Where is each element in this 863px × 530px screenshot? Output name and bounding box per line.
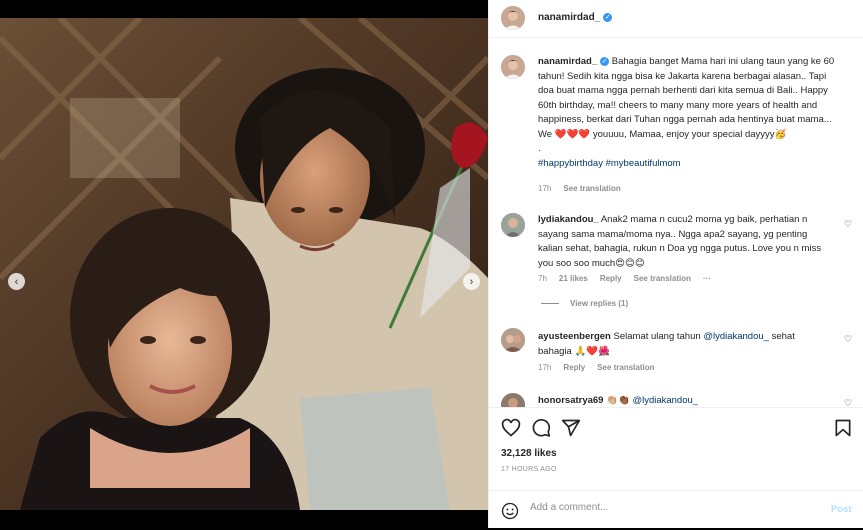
comment-text: lydiakandou_ Anak2 mama n cucu2 moma yg … (538, 213, 833, 271)
caption-meta: 17h See translation (538, 184, 621, 193)
carousel-prev-button[interactable]: ‹ (8, 273, 25, 290)
username-text[interactable]: nanamirdad_ (538, 12, 600, 23)
avatar[interactable] (501, 393, 525, 407)
comment-body: 👏🏼👏🏾 (606, 395, 630, 406)
heart-icon[interactable]: ♡ (844, 398, 852, 407)
comment-input[interactable] (530, 502, 810, 513)
post-button[interactable]: Post (831, 504, 852, 515)
comment-body: Selamat ulang tahun (613, 331, 701, 342)
post-photo[interactable]: ‹ › (0, 18, 488, 510)
instagram-post-modal: ‹ › nanamirdad_ ✓ nanamirdad_ ✓ Bahagia … (0, 0, 863, 528)
avatar[interactable] (501, 328, 525, 352)
comment-time[interactable]: 7h (538, 274, 547, 283)
mention-link[interactable]: @lydiakandou_ (632, 395, 698, 406)
caption-username[interactable]: nanamirdad_ (538, 56, 597, 67)
mention-link[interactable]: @lydiakandou_ (703, 331, 769, 342)
add-comment-bar: Post (489, 490, 863, 530)
photo-illustration (0, 18, 488, 510)
likes-count[interactable]: 32,128 likes (501, 448, 557, 459)
verified-icon: ✓ (600, 56, 610, 66)
view-replies-button[interactable]: View replies (1) (541, 299, 628, 308)
verified-icon: ✓ (603, 12, 613, 22)
see-translation-link[interactable]: See translation (597, 363, 654, 372)
comment-text: ayusteenbergen Selamat ulang tahun @lydi… (538, 330, 828, 359)
post-actions: 32,128 likes 17 HOURS AGO Post (489, 407, 863, 529)
divider-line (541, 303, 559, 305)
emoji-icon[interactable] (501, 502, 519, 520)
hashtags-link[interactable]: #happybirthday #mybeautifulmom (538, 158, 681, 169)
comment-username[interactable]: ayusteenbergen (538, 331, 611, 342)
share-icon[interactable] (561, 418, 581, 438)
reply-button[interactable]: Reply (600, 274, 622, 283)
caption-dot: . (538, 143, 541, 154)
comment-time[interactable]: 17h (538, 363, 551, 372)
post-timestamp[interactable]: 17 HOURS AGO (501, 466, 557, 473)
caption-body: Bahagia banget Mama hari ini ulang taun … (538, 56, 835, 140)
chevron-left-icon: ‹ (14, 275, 19, 288)
comments-list[interactable]: nanamirdad_ ✓ Bahagia banget Mama hari in… (489, 37, 863, 407)
avatar[interactable] (501, 55, 525, 79)
comment-text: honorsatrya69 👏🏼👏🏾 @lydiakandou_ (538, 394, 838, 407)
comment-likes[interactable]: 21 likes (559, 274, 588, 283)
post-details-panel: nanamirdad_ ✓ nanamirdad_ ✓ Bahagia banget… (488, 0, 863, 528)
comment-icon[interactable] (531, 418, 551, 438)
see-translation-link[interactable]: See translation (634, 274, 691, 283)
avatar[interactable] (501, 6, 525, 30)
bookmark-icon[interactable] (833, 418, 853, 438)
comment-meta: 7h 21 likes Reply See translation ··· (538, 274, 711, 283)
heart-emojis: ❤️❤️❤️ (554, 128, 591, 140)
chevron-right-icon: › (469, 275, 474, 288)
post-header: nanamirdad_ ✓ (489, 0, 863, 38)
reply-button[interactable]: Reply (563, 363, 585, 372)
more-options-button[interactable]: ··· (703, 274, 711, 283)
view-replies-label: View replies (1) (570, 299, 629, 308)
comment-username[interactable]: lydiakandou_ (538, 214, 599, 225)
heart-icon[interactable]: ♡ (844, 334, 852, 345)
comment-username[interactable]: honorsatrya69 (538, 395, 603, 406)
caption-body-end: youuuu, Mamaa, enjoy your special dayyyy… (592, 128, 787, 140)
comment-meta: 17h Reply See translation (538, 363, 667, 372)
heart-icon[interactable]: ♡ (844, 219, 852, 230)
caption-time[interactable]: 17h (538, 184, 551, 193)
heart-icon[interactable] (501, 418, 521, 438)
header-username[interactable]: nanamirdad_ ✓ (538, 12, 613, 23)
carousel-next-button[interactable]: › (463, 273, 480, 290)
avatar[interactable] (501, 213, 525, 237)
see-translation-link[interactable]: See translation (563, 184, 620, 193)
caption-text: nanamirdad_ ✓ Bahagia banget Mama hari in… (538, 55, 838, 171)
